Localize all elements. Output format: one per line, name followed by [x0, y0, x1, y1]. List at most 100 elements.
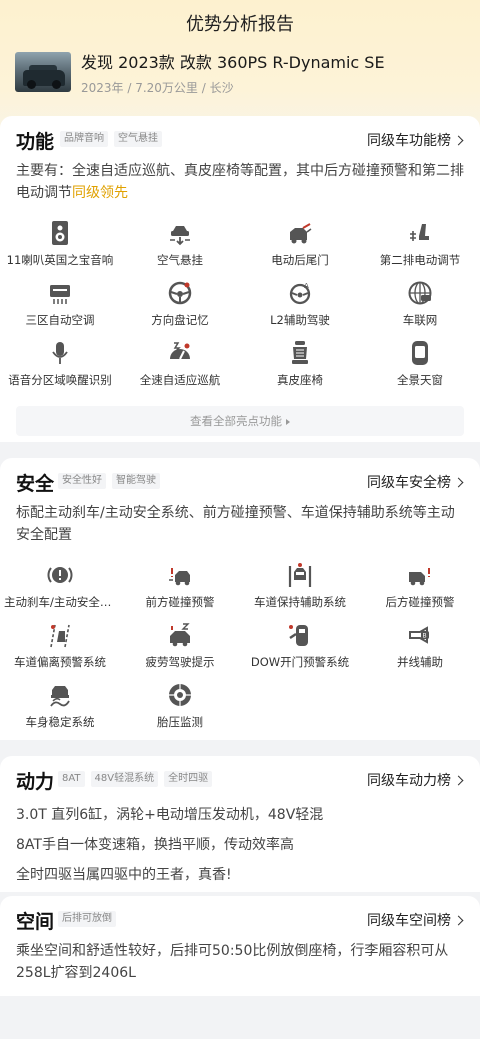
feature-item[interactable]: B 并线辅助 [360, 620, 480, 680]
space-rank-link[interactable]: 同级车空间榜 [367, 910, 464, 930]
feature-item[interactable]: 车身稳定系统 [0, 680, 120, 740]
feature-label: 真皮座椅 [277, 373, 323, 387]
svg-text:B: B [423, 633, 427, 640]
space-description: 乘坐空间和舒适性较好，后排可50:50比例放倒座椅，行李厢容积可从258L扩容到… [16, 943, 449, 981]
power-seat-icon [410, 224, 429, 241]
space-tag: 后排可放倒 [58, 911, 116, 927]
function-rank-label: 同级车功能榜 [367, 133, 451, 149]
space-card: 空间 后排可放倒 同级车空间榜 乘坐空间和舒适性较好，后排可50:50比例放倒座… [0, 896, 480, 996]
fatigue-alert-icon [170, 623, 190, 647]
feature-label: 并线辅助 [397, 655, 443, 669]
feature-label: 第二排电动调节 [379, 253, 461, 267]
power-description: 3.0T 直列6缸，涡轮+电动增压发动机，48V轻混 8AT手自一体变速箱，换挡… [0, 800, 480, 890]
air-suspension-icon [170, 226, 190, 246]
function-feature-grid: 11喇叭英国之宝音响 空气悬挂 电动后尾门 第二排电动调节 三区自动空调 方向盘… [0, 218, 480, 398]
power-rank-link[interactable]: 同级车动力榜 [367, 770, 464, 790]
feature-label: 车联网 [402, 313, 438, 327]
feature-item[interactable]: 胎压监测 [120, 680, 240, 740]
feature-label: 电动后尾门 [271, 253, 329, 267]
function-tag: 空气悬挂 [114, 131, 162, 147]
feature-label: 疲劳驾驶提示 [145, 655, 215, 669]
chevron-right-icon [453, 477, 464, 487]
safety-rank-label: 同级车安全榜 [367, 475, 451, 491]
feature-item[interactable]: 后方碰撞预警 [360, 560, 480, 620]
safety-title: 安全 [16, 473, 55, 495]
car-summary[interactable]: 发现 2023款 改款 360PS R-Dynamic SE 2023年 / 7… [15, 52, 385, 95]
feature-item[interactable]: 车道保持辅助系统 [240, 560, 360, 620]
car-meta: 2023年 / 7.20万公里 / 长沙 [81, 81, 234, 95]
feature-item[interactable]: 全景天窗 [360, 338, 480, 398]
feature-label: 全速自适应巡航 [139, 373, 221, 387]
function-description: 主要有：全速自适应巡航、真皮座椅等配置，其中后方碰撞预警和第二排电动调节同级领先 [0, 160, 480, 204]
safety-description: 标配主动刹车/主动安全系统、前方碰撞预警、车道保持辅助系统等主动安全配置 [16, 505, 455, 543]
power-tailgate-icon [290, 223, 312, 244]
feature-item[interactable]: 真皮座椅 [240, 338, 360, 398]
function-tag: 品牌音响 [60, 131, 108, 147]
page-title: 优势分析报告 [186, 14, 294, 35]
chevron-right-icon [453, 135, 464, 145]
car-thumbnail [15, 52, 71, 92]
feature-label: 空气悬挂 [157, 253, 203, 267]
panoramic-sunroof-icon [412, 341, 428, 365]
see-all-features-button[interactable]: 查看全部亮点功能 [16, 406, 464, 436]
power-line: 3.0T 直列6缸，涡轮+电动增压发动机，48V轻混 [16, 807, 324, 823]
feature-item[interactable]: 疲劳驾驶提示 [120, 620, 240, 680]
feature-item[interactable]: 前方碰撞预警 [120, 560, 240, 620]
rear-collision-icon [409, 568, 430, 586]
svg-text:A: A [304, 282, 309, 290]
climate-control-icon [50, 285, 70, 304]
leather-seat-icon [292, 341, 308, 364]
feature-item[interactable]: 第二排电动调节 [360, 218, 480, 278]
feature-item[interactable]: 方向盘记忆 [120, 278, 240, 338]
feature-item[interactable]: A L2辅助驾驶 [240, 278, 360, 338]
blind-spot-icon: B [409, 626, 429, 644]
power-card: 动力 8AT 48V轻混系统 全时四驱 同级车动力榜 3.0T 直列6缸，涡轮+… [0, 756, 480, 892]
power-tag: 8AT [58, 771, 85, 787]
front-collision-icon [169, 568, 190, 586]
lane-departure-icon [50, 624, 70, 648]
feature-label: 车身稳定系统 [25, 715, 95, 729]
chevron-right-icon [453, 775, 464, 785]
safety-tag: 安全性好 [58, 473, 106, 489]
feature-label: 主动刹车/主动安全系统 [4, 595, 116, 609]
function-desc-highlight: 同级领先 [72, 185, 128, 201]
safety-card: 安全 安全性好 智能驾驶 同级车安全榜 标配主动刹车/主动安全系统、前方碰撞预警… [0, 458, 480, 740]
feature-item[interactable]: 三区自动空调 [0, 278, 120, 338]
tire-pressure-icon [169, 684, 191, 706]
lane-keep-icon [288, 563, 312, 587]
function-rank-link[interactable]: 同级车功能榜 [367, 130, 464, 150]
feature-label: 三区自动空调 [25, 313, 95, 327]
safety-rank-link[interactable]: 同级车安全榜 [367, 472, 464, 492]
function-title: 功能 [16, 131, 55, 153]
see-all-label: 查看全部亮点功能 [190, 414, 282, 428]
feature-item[interactable]: 电动后尾门 [240, 218, 360, 278]
power-line: 全时四驱当属四驱中的王者，真香! [16, 867, 232, 883]
feature-label: 胎压监测 [157, 715, 203, 729]
space-title: 空间 [16, 911, 55, 933]
feature-label: DOW开门预警系统 [250, 655, 350, 669]
power-title: 动力 [16, 771, 55, 793]
safety-tag: 智能驾驶 [112, 473, 160, 489]
feature-label: 后方碰撞预警 [385, 595, 455, 609]
feature-item[interactable]: 主动刹车/主动安全系统 [0, 560, 120, 620]
safety-feature-grid: 主动刹车/主动安全系统 前方碰撞预警 车道保持辅助系统 后方碰撞预警 车道偏离预… [0, 560, 480, 740]
space-rank-label: 同级车空间榜 [367, 913, 451, 929]
connected-car-icon [408, 281, 432, 305]
power-line: 8AT手自一体变速箱，换挡平顺，传动效率高 [16, 837, 294, 853]
feature-item[interactable]: 车道偏离预警系统 [0, 620, 120, 680]
feature-item[interactable]: 全速自适应巡航 [120, 338, 240, 398]
feature-item[interactable]: 语音分区域唤醒识别 [0, 338, 120, 398]
feature-item[interactable]: 11喇叭英国之宝音响 [0, 218, 120, 278]
feature-label: 车道偏离预警系统 [14, 655, 106, 669]
steering-wheel-icon [168, 281, 192, 305]
feature-label: L2辅助驾驶 [270, 313, 330, 327]
speaker-icon [52, 221, 68, 245]
function-card: 功能 品牌音响 空气悬挂 同级车功能榜 主要有：全速自适应巡航、真皮座椅等配置，… [0, 116, 480, 442]
feature-item[interactable]: DOW开门预警系统 [240, 620, 360, 680]
feature-item[interactable]: 车联网 [360, 278, 480, 338]
feature-label: 车道保持辅助系统 [254, 595, 346, 609]
feature-label: 11喇叭英国之宝音响 [6, 253, 114, 267]
active-brake-icon [47, 567, 73, 583]
chevron-right-icon [453, 915, 464, 925]
feature-item[interactable]: 空气悬挂 [120, 218, 240, 278]
